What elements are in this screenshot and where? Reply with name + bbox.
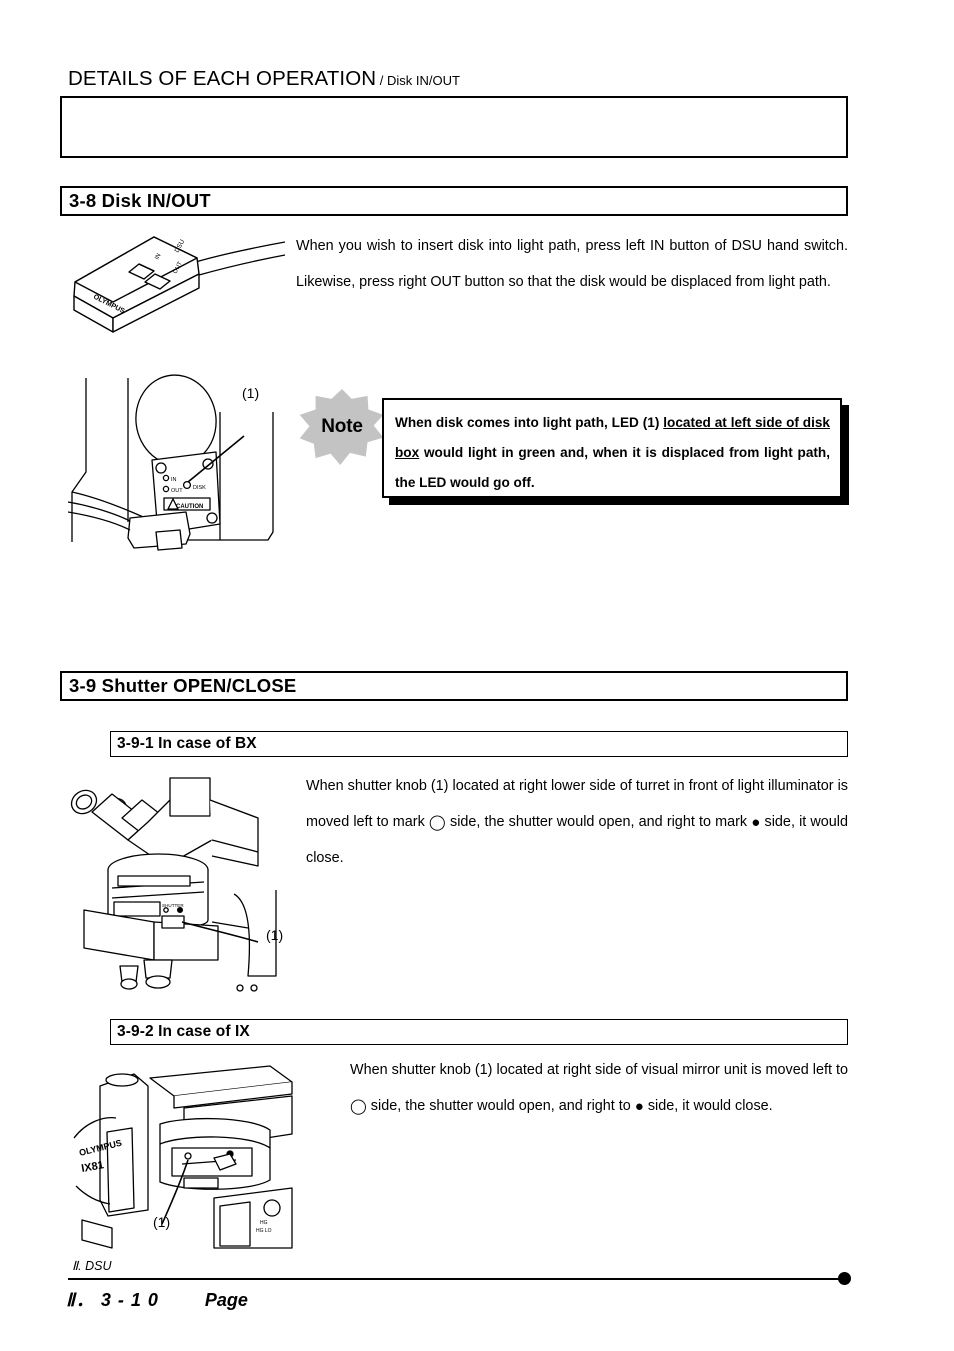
figure-bx-microscope: SHUTTER xyxy=(62,770,277,1000)
paragraph-bx-part2: side, the shutter would open, and right … xyxy=(445,814,752,830)
ix-small-label-1: HG xyxy=(260,1220,268,1226)
footer-page-number: Ⅱ． 3 - 1 0 xyxy=(66,1290,159,1310)
section-title-text-shutter: 3-9 Shutter OPEN/CLOSE xyxy=(69,675,297,696)
paragraph-disk-inout: When you wish to insert disk into light … xyxy=(296,238,848,290)
subsection-title-text-ix: 3-9-2 In case of IX xyxy=(117,1023,250,1040)
bx-callout-1: (1) xyxy=(266,927,284,943)
bx-shutter-label: SHUTTER xyxy=(162,903,184,908)
paragraph-ix: When shutter knob (1) located at right s… xyxy=(350,1052,848,1124)
footer-page-info: Ⅱ． 3 - 1 0 Page xyxy=(66,1286,248,1312)
filled-circle-symbol-ix: ● xyxy=(634,1098,644,1115)
header-sub-title: / Disk IN/OUT xyxy=(376,73,460,88)
disk-box-led-in-label: IN xyxy=(171,477,177,483)
note-text-part1: When disk comes into light path, LED (1) xyxy=(395,415,664,430)
note-text: When disk comes into light path, LED (1)… xyxy=(384,400,840,506)
disk-box-led-out-label: OUT xyxy=(171,488,183,494)
note-badge-star: Note xyxy=(298,389,386,465)
section-heading-shutter: 3-9 Shutter OPEN/CLOSE xyxy=(60,671,848,701)
note-text-box: When disk comes into light path, LED (1)… xyxy=(382,398,842,498)
subsection-title-text-bx: 3-9-1 In case of BX xyxy=(117,735,257,752)
paragraph-ix-part1: When shutter knob (1) located at right s… xyxy=(350,1062,848,1078)
figure-ix-microscope: OLYMPUS IX81 HG HG LO xyxy=(64,1060,294,1255)
section-title-text: 3-8 Disk IN/OUT xyxy=(69,190,211,211)
note-badge-label: Note xyxy=(321,416,363,437)
ix-callout-1: (1) xyxy=(153,1214,171,1230)
document-page: DETAILS OF EACH OPERATION / Disk IN/OUT … xyxy=(0,0,954,1351)
footer-volume-label: Ⅱ. DSU xyxy=(72,1259,112,1273)
disk-box-callout-1: (1) xyxy=(242,385,260,401)
open-circle-symbol: ◯ xyxy=(428,814,446,831)
header-content-box xyxy=(60,96,848,158)
footer-page-word: Page xyxy=(204,1290,248,1310)
paragraph-ix-part3: side, it would close. xyxy=(643,1098,773,1114)
footer-rule xyxy=(68,1278,845,1280)
subsection-heading-ix: 3-9-2 In case of IX xyxy=(110,1019,848,1045)
running-header: DETAILS OF EACH OPERATION / Disk IN/OUT xyxy=(68,67,460,91)
footer-dot-marker xyxy=(838,1272,851,1285)
note-text-part2: would light in green and, when it is dis… xyxy=(395,445,830,490)
section-heading-disk-inout: 3-8 Disk IN/OUT xyxy=(60,186,848,216)
open-circle-symbol-ix: ◯ xyxy=(350,1098,367,1115)
disk-box-caution-label: CAUTION xyxy=(176,504,203,510)
figure-dsu-hand-switch: IN OUT DSU OLYMPUS xyxy=(66,228,286,340)
subsection-heading-bx: 3-9-1 In case of BX xyxy=(110,731,848,757)
paragraph-ix-part2: side, the shutter would open, and right … xyxy=(366,1098,635,1114)
ix-small-label-2: HG LO xyxy=(256,1228,272,1234)
paragraph-bx: When shutter knob (1) located at right l… xyxy=(306,768,848,876)
filled-circle-symbol: ● xyxy=(751,814,761,831)
disk-box-led-disk-label: DISK xyxy=(193,485,206,491)
header-main-title: DETAILS OF EACH OPERATION xyxy=(68,67,377,90)
